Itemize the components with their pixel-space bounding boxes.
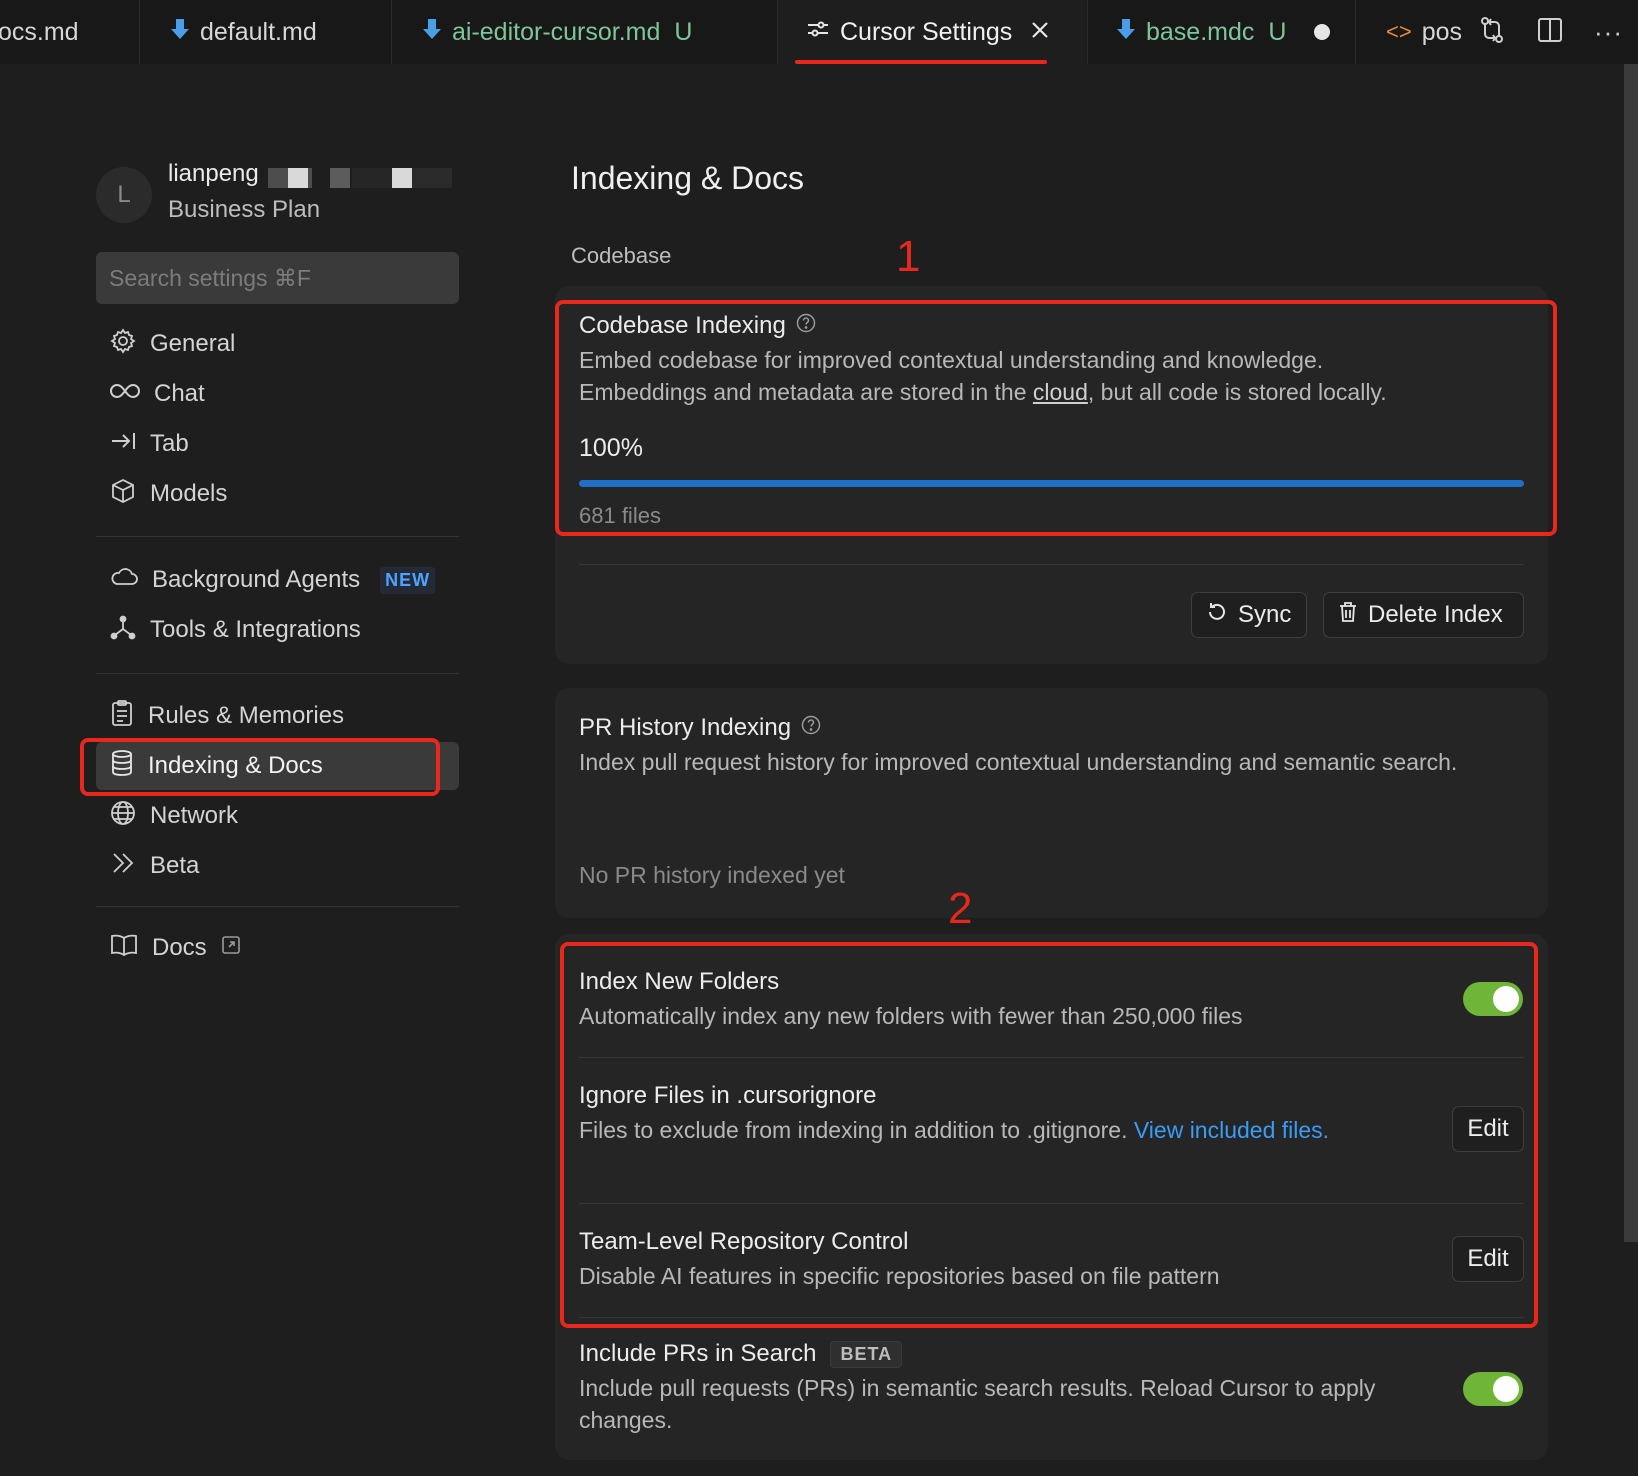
gear-icon	[110, 327, 136, 361]
sidebar-item-label: Docs	[152, 934, 207, 961]
editor-tab-bar: ocs.md default.md ai-editor-cursor.md U …	[0, 0, 1638, 64]
tab-ai-editor-cursor-md[interactable]: ai-editor-cursor.md U	[392, 0, 778, 64]
avatar: L	[96, 167, 152, 223]
tab-label: ocs.md	[0, 17, 79, 46]
infinity-icon	[110, 380, 140, 408]
sidebar-item-label: General	[150, 330, 236, 357]
page-title: Indexing & Docs	[571, 160, 805, 196]
tab-cursor-settings[interactable]: Cursor Settings	[778, 0, 1088, 64]
include-prs-title: Include PRs in Search	[579, 1340, 817, 1367]
compare-changes-icon[interactable]	[1478, 15, 1506, 50]
delete-index-button[interactable]: Delete Index	[1323, 592, 1524, 638]
sync-button[interactable]: Sync	[1191, 592, 1307, 638]
sidebar-item-label: Rules & Memories	[148, 702, 345, 729]
close-icon[interactable]	[1030, 18, 1050, 47]
code-brackets-icon: <>	[1386, 19, 1412, 44]
markdown-download-icon	[422, 17, 442, 48]
include-prs-description: Include pull requests (PRs) in semantic …	[579, 1375, 1376, 1433]
include-prs-title-row: Include PRs in Search BETA	[579, 1340, 1399, 1368]
sidebar-divider	[96, 906, 459, 907]
editor-actions: ···	[1463, 0, 1638, 64]
annotation-highlight-2	[560, 942, 1538, 1328]
settings-sliders-icon	[806, 18, 830, 47]
user-name: lianpeng	[168, 160, 259, 187]
annotation-marker-2: 2	[948, 884, 973, 933]
tab-default-md[interactable]: default.md	[140, 0, 392, 64]
sidebar-divider	[96, 536, 459, 537]
annotation-highlight-1	[555, 300, 1557, 536]
tab-label: default.md	[200, 17, 317, 46]
external-link-icon	[221, 934, 241, 962]
pr-history-description: Index pull request history for improved …	[579, 749, 1458, 775]
help-icon[interactable]	[801, 714, 821, 742]
tab-base-mdc[interactable]: base.mdc U	[1088, 0, 1356, 64]
annotation-marker-1: 1	[896, 232, 921, 281]
markdown-download-icon	[1116, 17, 1136, 48]
sidebar-item-docs[interactable]: Docs	[96, 924, 459, 972]
sidebar-item-background-agents[interactable]: Background Agents NEW	[96, 556, 459, 604]
pr-history-status: No PR history indexed yet	[579, 862, 845, 888]
card-divider	[579, 564, 1524, 565]
sidebar-divider	[96, 673, 459, 674]
sidebar-item-label: Background Agents	[152, 566, 361, 593]
search-input[interactable]: Search settings ⌘F	[96, 252, 459, 304]
sidebar-item-label: Models	[150, 480, 228, 507]
pr-history-content: PR History Indexing Index pull request h…	[579, 714, 1479, 778]
sidebar-item-label: Network	[150, 802, 239, 829]
scrollbar[interactable]	[1624, 64, 1638, 1242]
include-prs-toggle[interactable]	[1463, 1372, 1523, 1406]
more-actions-icon[interactable]: ···	[1594, 17, 1623, 48]
include-prs-row: Include PRs in Search BETA Include pull …	[579, 1340, 1399, 1436]
sidebar-item-models[interactable]: Models	[96, 470, 459, 518]
user-plan: Business Plan	[168, 196, 321, 223]
trash-icon	[1338, 601, 1358, 630]
globe-icon	[110, 800, 136, 833]
tab-label: pos	[1421, 17, 1463, 46]
sidebar-item-network[interactable]: Network	[96, 792, 459, 840]
annotation-underline	[795, 60, 1047, 64]
sidebar-item-general[interactable]: General	[96, 320, 459, 368]
tab-label: ai-editor-cursor.md	[452, 17, 661, 46]
tab-arrow-icon	[110, 430, 136, 459]
sidebar-item-tools-integrations[interactable]: Tools & Integrations	[96, 606, 459, 654]
pr-history-title-row: PR History Indexing	[579, 714, 1479, 742]
sidebar-item-rules-memories[interactable]: Rules & Memories	[96, 692, 459, 740]
clipboard-icon	[110, 699, 134, 734]
sidebar-item-label: Tools & Integrations	[150, 616, 361, 643]
sidebar-item-chat[interactable]: Chat	[96, 370, 459, 418]
sync-label: Sync	[1238, 601, 1292, 628]
sidebar-item-tab[interactable]: Tab	[96, 420, 459, 468]
beta-badge: BETA	[830, 1340, 903, 1368]
split-editor-icon[interactable]	[1536, 16, 1564, 49]
new-badge: NEW	[380, 566, 436, 594]
search-placeholder: Search settings ⌘F	[109, 264, 311, 291]
section-label-codebase: Codebase	[571, 243, 672, 268]
sidebar-item-beta[interactable]: Beta	[96, 842, 459, 890]
sidebar-item-label: Tab	[150, 430, 189, 457]
sidebar-item-label: Chat	[154, 380, 205, 407]
tab-label: Cursor Settings	[840, 17, 1013, 46]
nodes-icon	[110, 614, 136, 647]
double-chevron-icon	[110, 851, 136, 882]
book-icon	[110, 933, 138, 964]
annotation-highlight-sidebar	[80, 738, 440, 796]
tab-label: base.mdc	[1146, 17, 1255, 46]
refresh-icon	[1206, 601, 1228, 630]
pr-history-title: PR History Indexing	[579, 714, 792, 741]
cube-icon	[110, 478, 136, 511]
markdown-download-icon	[170, 17, 190, 48]
unsaved-dot-icon	[1314, 24, 1331, 40]
cloud-icon	[110, 566, 138, 595]
tab-status-untracked: U	[674, 17, 693, 46]
delete-index-label: Delete Index	[1368, 601, 1503, 628]
sidebar-item-label: Beta	[150, 852, 200, 879]
tab-pos[interactable]: <> pos	[1356, 0, 1476, 64]
tab-docs-md[interactable]: ocs.md	[0, 0, 140, 64]
tab-status-untracked: U	[1268, 17, 1287, 46]
